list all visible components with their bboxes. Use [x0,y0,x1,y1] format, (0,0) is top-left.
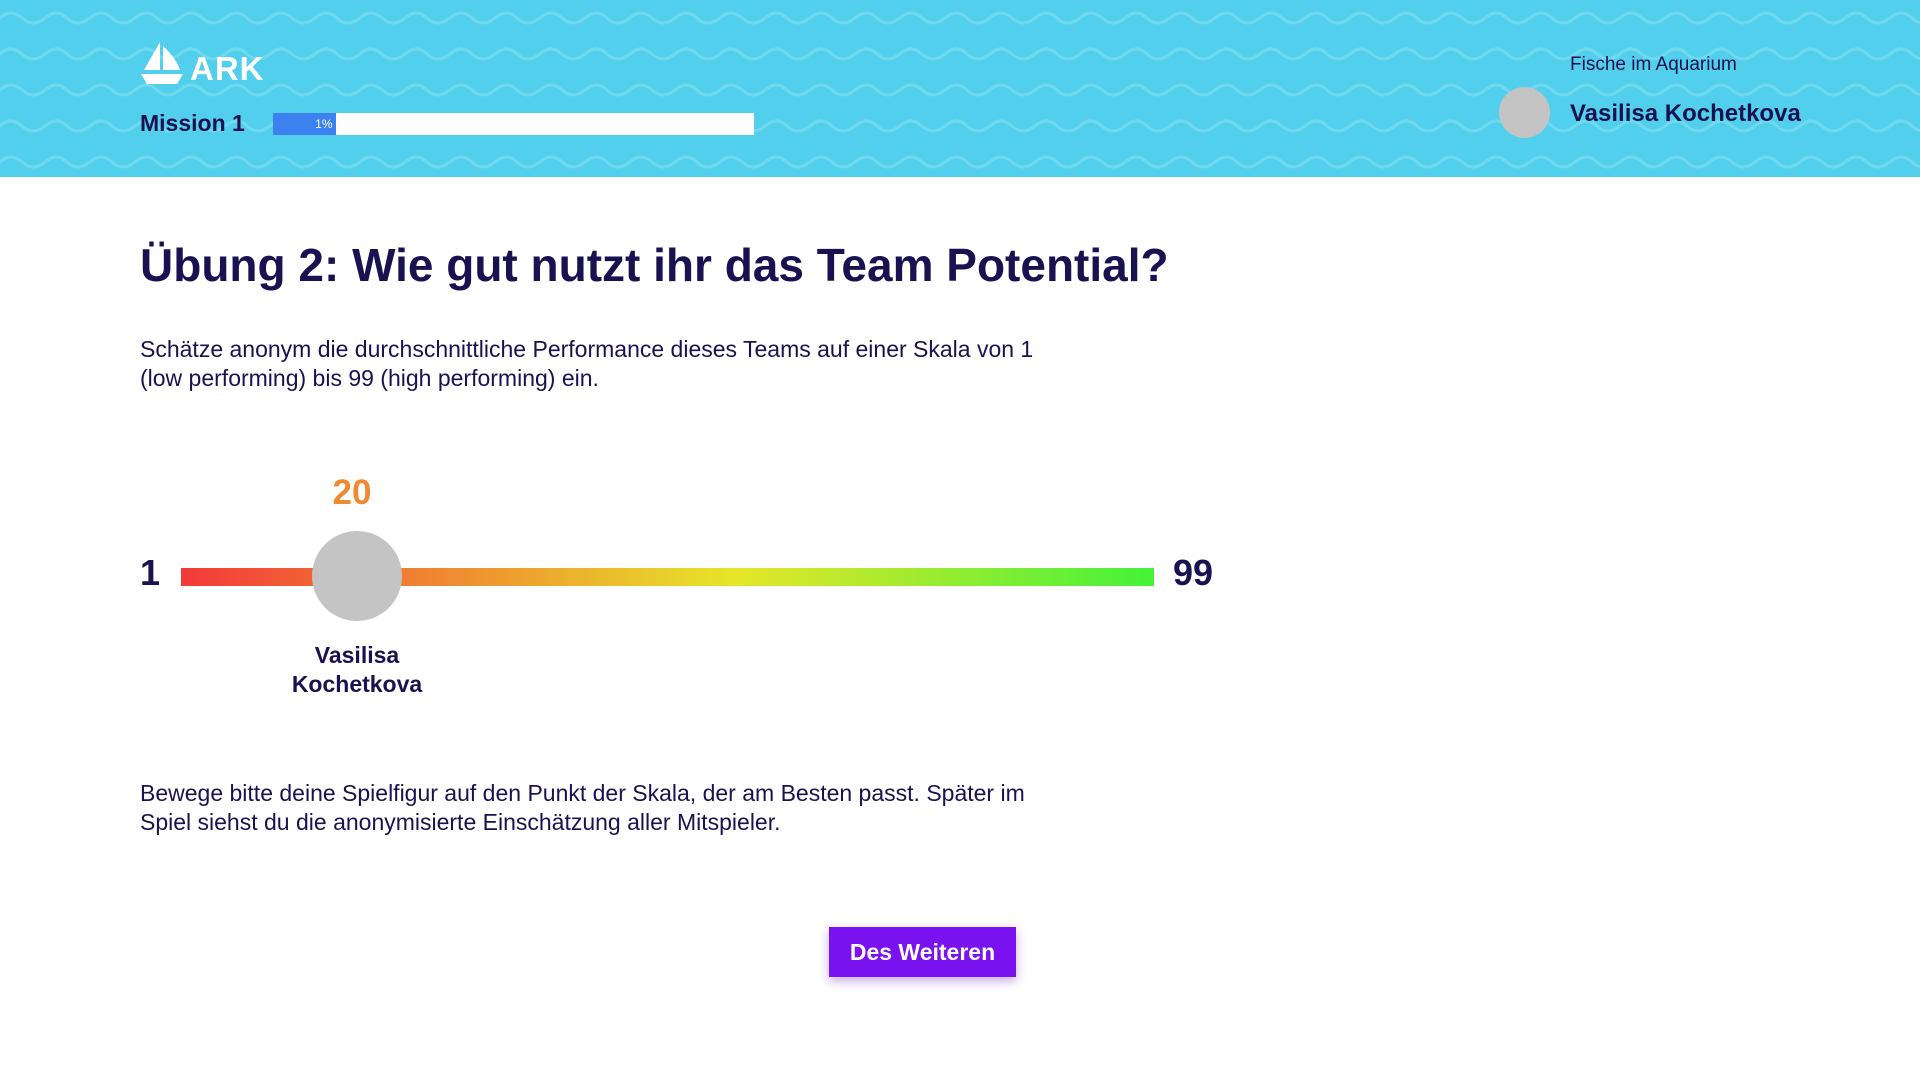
brand-name: ARK [190,50,265,87]
mission-progress-bar: 1% [273,113,754,135]
hint-line: Spiel siehst du die anonymisierte Einsch… [140,809,781,835]
room-label: Fische im Aquarium [1570,54,1737,75]
player-token-name: Vasilisa Kochetkova [257,641,457,699]
player-last-name: Kochetkova [291,671,423,697]
sailboat-icon [141,42,183,84]
hint-text: Bewege bitte deine Spielfigur auf den Pu… [140,779,1060,837]
scale-min-label: 1 [140,552,161,593]
hint-line: Bewege bitte deine Spielfigur auf den Pu… [140,780,1025,806]
header: ARK Mission 1 1% Fische im Aquarium Vasi… [0,0,1920,177]
user-name: Vasilisa Kochetkova [1570,100,1801,127]
instructions-text: Schätze anonym die durchschnittliche Per… [140,335,1060,393]
progress-fill: 1% [273,113,336,135]
user-avatar[interactable] [1499,87,1550,138]
logo[interactable]: ARK [140,38,265,88]
selected-value: 20 [332,473,372,512]
progress-percent: 1% [315,117,333,131]
page-title: Übung 2: Wie gut nutzt ihr das Team Pote… [140,239,1169,291]
instructions-line: Schätze anonym die durchschnittliche Per… [140,336,1034,362]
wave-pattern [0,0,1920,177]
player-first-name: Vasilisa [314,642,400,668]
player-token-handle[interactable] [312,531,402,621]
next-button[interactable]: Des Weiteren [829,927,1016,977]
scale-max-label: 99 [1173,552,1214,593]
mission-label: Mission 1 [140,110,245,136]
instructions-line: (low performing) bis 99 (high performing… [140,365,599,391]
